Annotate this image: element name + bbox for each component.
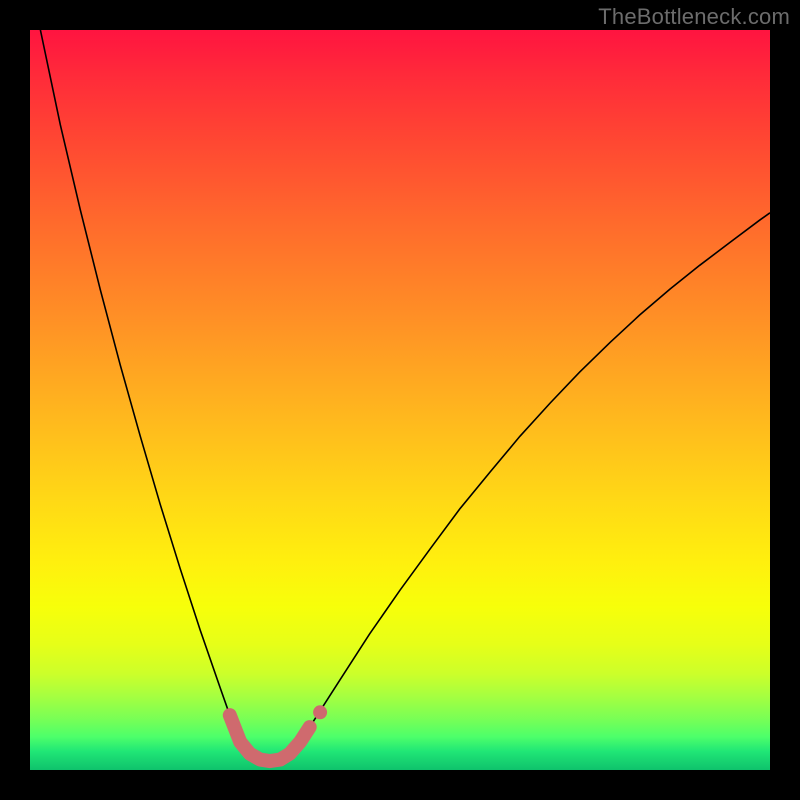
- curve-left-branch: [40, 30, 240, 742]
- highlight-end-dot: [313, 705, 327, 719]
- highlight-minimum: [230, 715, 310, 761]
- plot-area: [30, 30, 770, 770]
- chart-frame: TheBottleneck.com: [0, 0, 800, 800]
- curve-layer: [30, 30, 770, 770]
- watermark-text: TheBottleneck.com: [598, 4, 790, 30]
- curve-right-branch: [300, 213, 770, 742]
